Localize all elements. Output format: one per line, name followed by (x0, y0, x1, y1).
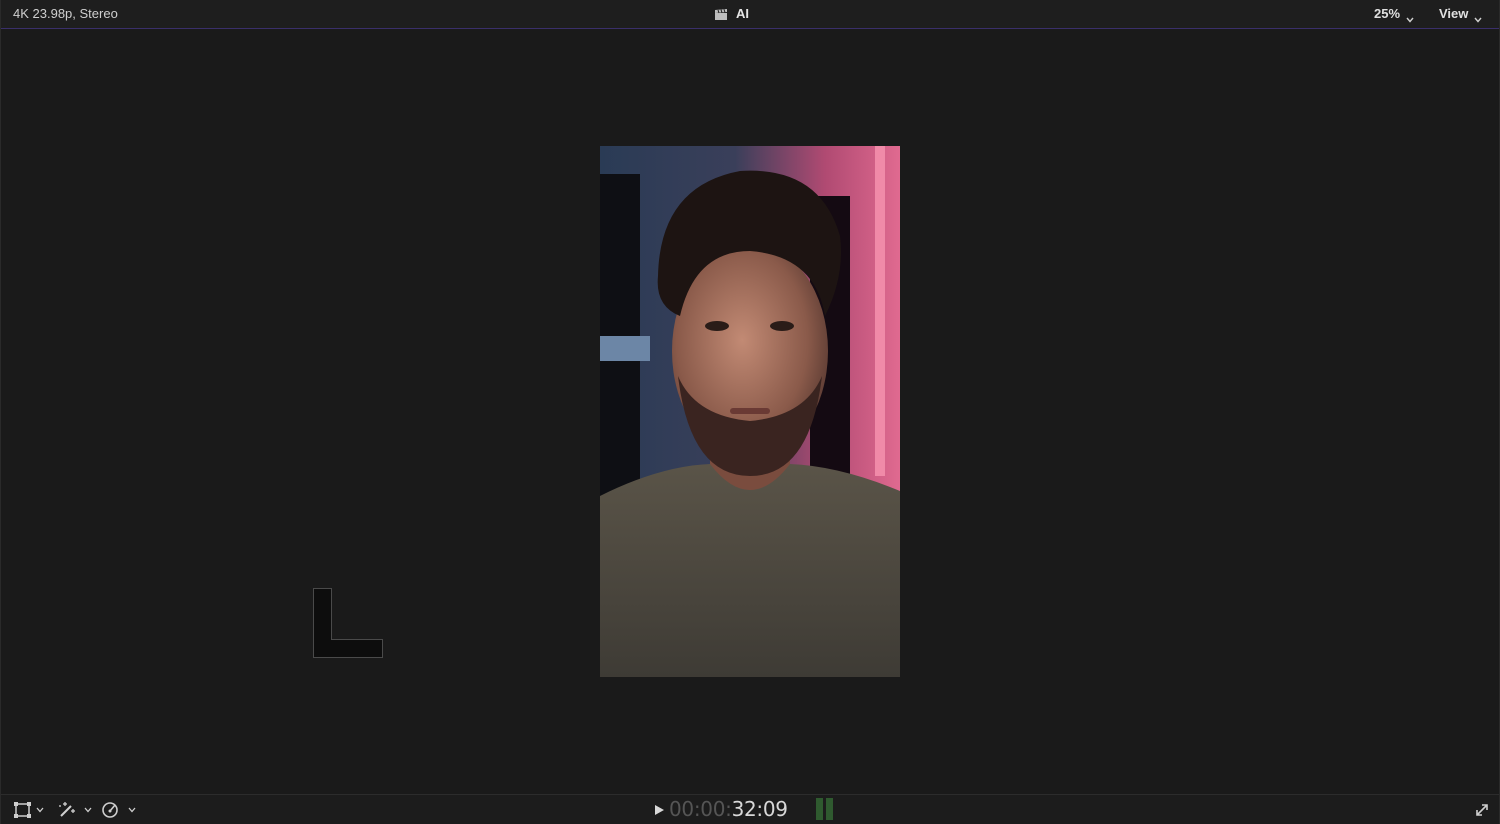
chevron-down-icon (84, 807, 92, 813)
zoom-label: 25% (1374, 6, 1401, 21)
enhance-tool-button[interactable] (57, 800, 92, 820)
format-label: 4K 23.98p, Stereo (13, 6, 118, 21)
video-viewer: 4K 23.98p, Stereo AI 25% View 00:00:32:0… (0, 0, 1500, 824)
speedometer-icon (101, 801, 121, 819)
timecode-seconds-frames: 32:09 (731, 797, 788, 821)
chevron-down-icon (128, 807, 136, 813)
clapperboard-icon (714, 8, 728, 20)
transform-tool-icon (13, 801, 33, 819)
transform-tool-button[interactable] (13, 800, 44, 820)
chevron-down-icon (1406, 11, 1414, 23)
view-label: View (1439, 6, 1469, 21)
fullscreen-icon[interactable] (1474, 802, 1490, 823)
chevron-down-icon (36, 807, 44, 813)
timecode-hours-minutes: 00:00: (669, 797, 732, 821)
magic-wand-icon (57, 801, 77, 819)
playback-timecode-group: 00:00:32:09 (653, 797, 788, 821)
play-icon[interactable] (653, 803, 665, 815)
project-title-group: AI (714, 6, 749, 21)
audio-meter[interactable] (816, 798, 833, 820)
chevron-down-icon (1474, 11, 1482, 23)
project-title: AI (736, 6, 749, 21)
timecode-display[interactable]: 00:00:32:09 (669, 797, 788, 821)
view-menu[interactable]: View (1439, 6, 1482, 23)
zoom-menu[interactable]: 25% (1374, 6, 1414, 23)
title-safe-corner-marker (313, 588, 383, 658)
audio-meter-left (816, 798, 823, 820)
retime-tool-button[interactable] (101, 800, 136, 820)
video-frame[interactable] (600, 146, 900, 677)
audio-meter-right (826, 798, 833, 820)
viewer-top-bar: 4K 23.98p, Stereo AI 25% View (1, 0, 1499, 29)
viewer-bottom-bar: 00:00:32:09 (1, 794, 1499, 824)
